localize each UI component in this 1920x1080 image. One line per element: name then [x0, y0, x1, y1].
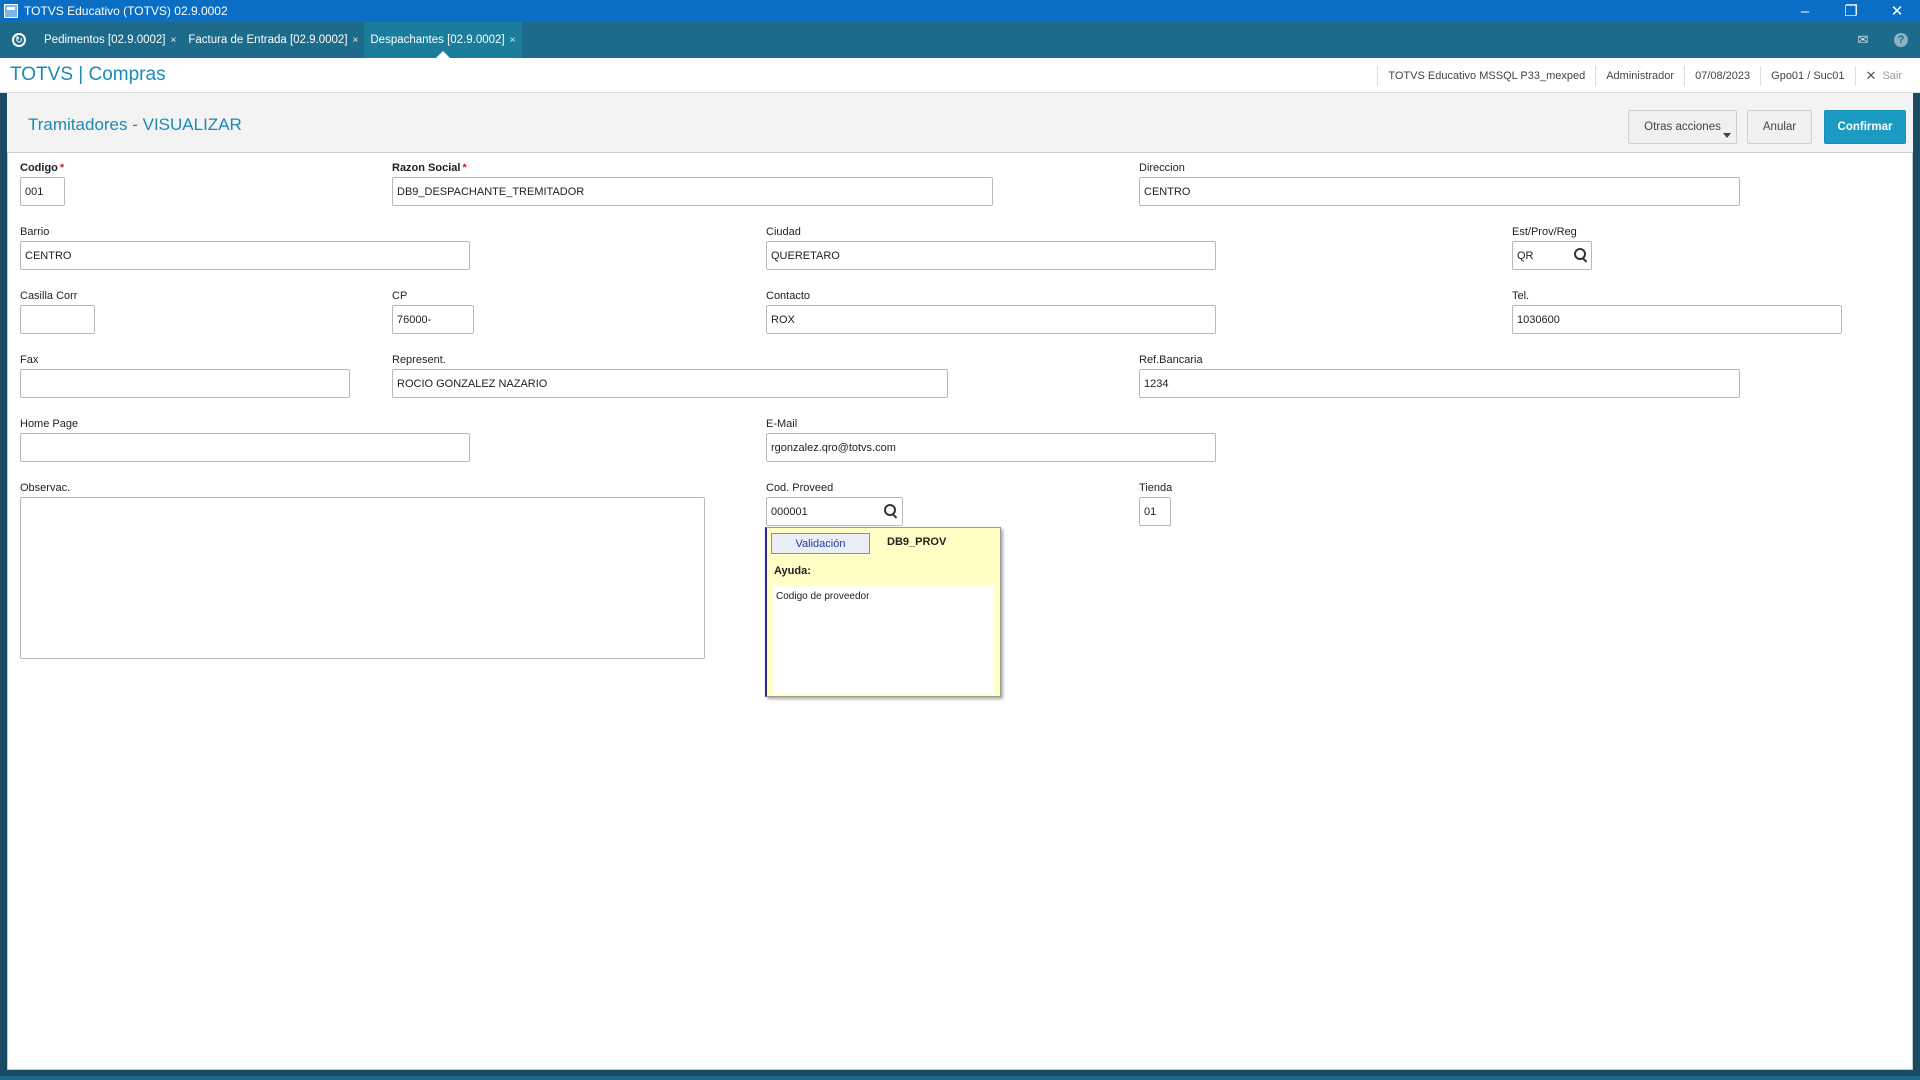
- close-icon: ✕: [1865, 67, 1877, 83]
- help-icon[interactable]: ?: [1882, 22, 1920, 58]
- close-tab-icon[interactable]: ×: [353, 35, 359, 46]
- direccion-label: Direccion: [1139, 162, 1185, 174]
- window-titlebar: TOTVS Educativo (TOTVS) 02.9.0002 – ❐ ✕: [0, 0, 1920, 22]
- direccion-field[interactable]: CENTRO: [1139, 177, 1740, 206]
- codigo-field[interactable]: 001: [20, 177, 65, 206]
- estado-value: QR: [1517, 249, 1534, 262]
- field-code: DB9_PROV: [887, 536, 947, 548]
- home-page-field[interactable]: [20, 433, 470, 462]
- casilla-field[interactable]: [20, 305, 95, 334]
- minimize-icon[interactable]: –: [1782, 0, 1828, 22]
- fax-label: Fax: [20, 354, 39, 366]
- more-actions-label: Otras acciones: [1644, 121, 1721, 133]
- home-page-label: Home Page: [20, 418, 79, 430]
- tab-factura-entrada[interactable]: Factura de Entrada [02.9.0002] ×: [182, 22, 364, 58]
- window-controls: – ❐ ✕: [1782, 0, 1920, 22]
- contacto-label: Contacto: [766, 290, 811, 302]
- observac-label: Observac.: [20, 482, 71, 494]
- casilla-label: Casilla Corr: [20, 290, 78, 302]
- validation-button[interactable]: Validación: [771, 533, 870, 554]
- cp-label: CP: [392, 290, 408, 302]
- tab-pedimentos[interactable]: Pedimentos [02.9.0002] ×: [38, 22, 182, 58]
- email-field[interactable]: rgonzalez.qro@totvs.com: [766, 433, 1216, 462]
- ciudad-label: Ciudad: [766, 226, 801, 238]
- tab-label: Factura de Entrada [02.9.0002]: [188, 34, 348, 46]
- represent-label: Represent.: [392, 354, 446, 366]
- codigo-label: Codigo *: [20, 162, 65, 174]
- more-actions-button[interactable]: Otras acciones: [1628, 110, 1737, 144]
- razon-social-label: Razon Social *: [392, 162, 467, 174]
- represent-field[interactable]: ROCIO GONZALEZ NAZARIO: [392, 369, 948, 398]
- help-text: Codigo de proveedor: [776, 591, 870, 602]
- close-window-icon[interactable]: ✕: [1874, 0, 1920, 22]
- form-header: Tramitadores - VISUALIZAR Otras acciones…: [7, 93, 1913, 153]
- barrio-label: Barrio: [20, 226, 50, 238]
- tab-despachantes[interactable]: Despachantes [02.9.0002] ×: [364, 22, 522, 58]
- date-label[interactable]: 07/08/2023: [1684, 65, 1760, 86]
- exit-button[interactable]: ✕ Sair: [1854, 65, 1920, 86]
- module-title: TOTVS | Compras: [10, 64, 166, 85]
- totvs-home-icon[interactable]: ↻: [0, 22, 38, 58]
- tienda-field[interactable]: 01: [1139, 497, 1171, 526]
- razon-social-field[interactable]: DB9_DESPACHANTE_TREMITADOR: [392, 177, 993, 206]
- cod-proveed-label: Cod. Proveed: [766, 482, 834, 494]
- close-tab-icon[interactable]: ×: [510, 35, 516, 46]
- help-heading: Ayuda:: [774, 565, 811, 577]
- ciudad-field[interactable]: QUERETARO: [766, 241, 1216, 270]
- session-info: TOTVS Educativo MSSQL P33_mexped Adminis…: [1377, 58, 1920, 93]
- dropdown-caret-icon: [1723, 133, 1731, 138]
- ref-bancaria-label: Ref.Bancaria: [1139, 354, 1203, 366]
- mail-icon[interactable]: ✉: [1844, 22, 1882, 58]
- observac-textarea[interactable]: [20, 497, 705, 659]
- email-label: E-Mail: [766, 418, 798, 430]
- tab-label: Pedimentos [02.9.0002]: [44, 34, 166, 46]
- branch-label[interactable]: Gpo01 / Suc01: [1760, 65, 1854, 86]
- help-text-area: Codigo de proveedor: [774, 586, 994, 694]
- cod-proveed-value: 000001: [771, 505, 808, 518]
- module-header: TOTVS | Compras TOTVS Educativo MSSQL P3…: [0, 58, 1920, 93]
- environment-label[interactable]: TOTVS Educativo MSSQL P33_mexped: [1377, 65, 1595, 86]
- exit-label: Sair: [1882, 69, 1902, 82]
- cod-proveed-field[interactable]: 000001: [766, 497, 903, 526]
- barrio-field[interactable]: CENTRO: [20, 241, 470, 270]
- ref-bancaria-field[interactable]: 1234: [1139, 369, 1740, 398]
- window-bottom-border: [0, 1076, 1920, 1080]
- search-icon[interactable]: [1573, 247, 1589, 263]
- routine-tabs-bar: ↻ Pedimentos [02.9.0002] × Factura de En…: [0, 22, 1920, 58]
- close-tab-icon[interactable]: ×: [170, 35, 176, 46]
- confirm-button[interactable]: Confirmar: [1824, 110, 1906, 144]
- search-icon[interactable]: [883, 503, 899, 519]
- contacto-field[interactable]: ROX: [766, 305, 1216, 334]
- tel-label: Tel.: [1512, 290, 1530, 302]
- tabbar-tools: ✉ ?: [1844, 22, 1920, 58]
- tel-field[interactable]: 1030600: [1512, 305, 1842, 334]
- app-window-icon: [4, 4, 18, 18]
- window-title: TOTVS Educativo (TOTVS) 02.9.0002: [24, 4, 228, 18]
- estado-label: Est/Prov/Reg: [1512, 226, 1577, 238]
- cp-field[interactable]: 76000-: [392, 305, 474, 334]
- field-help-tooltip: Validación DB9_PROV Ayuda: Codigo de pro…: [765, 527, 1001, 697]
- form-title: Tramitadores - VISUALIZAR: [28, 115, 242, 134]
- fax-field[interactable]: [20, 369, 350, 398]
- tab-label: Despachantes [02.9.0002]: [370, 34, 505, 46]
- restore-icon[interactable]: ❐: [1828, 0, 1874, 22]
- user-label[interactable]: Administrador: [1595, 65, 1684, 86]
- estado-field[interactable]: QR: [1512, 241, 1592, 270]
- cancel-button[interactable]: Anular: [1747, 110, 1812, 144]
- tienda-label: Tienda: [1139, 482, 1173, 494]
